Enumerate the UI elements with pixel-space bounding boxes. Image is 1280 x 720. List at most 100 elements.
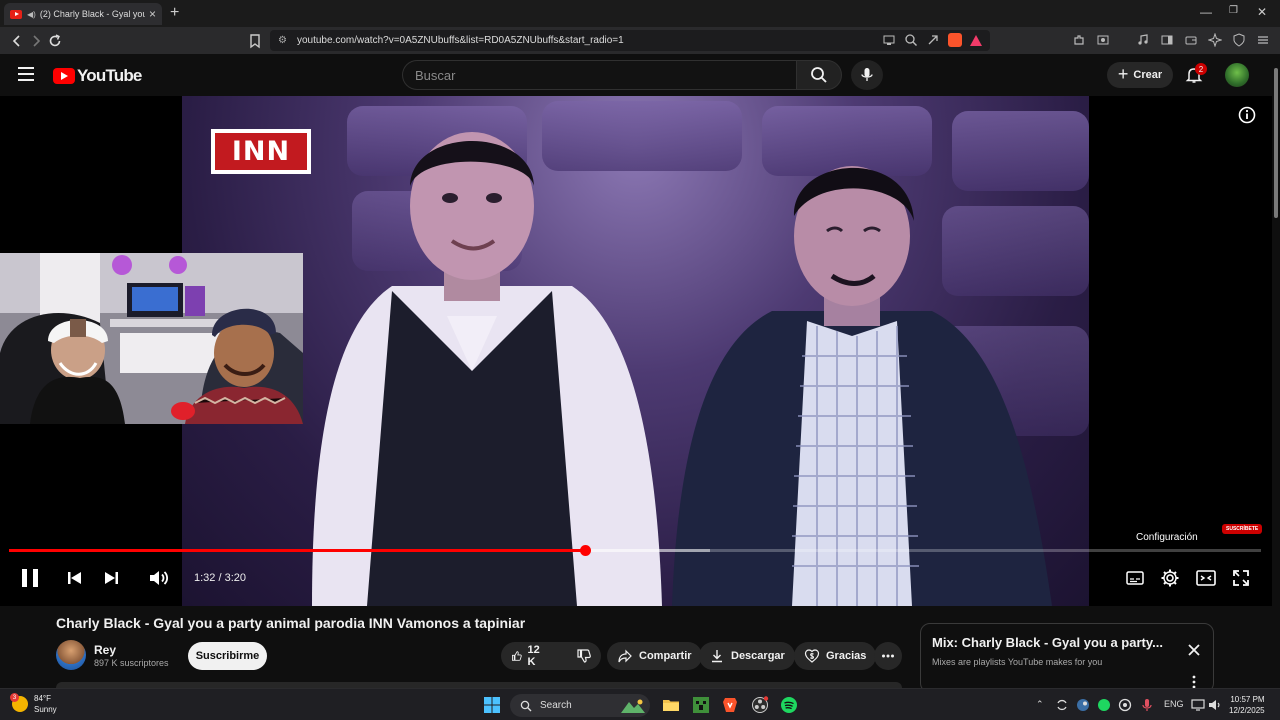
new-tab-icon[interactable]: + xyxy=(170,4,179,22)
search-icon xyxy=(811,67,827,83)
video-player[interactable]: INN Configuración SUSCRÍBETE 1:32 / 3:20 xyxy=(0,96,1272,606)
show-hidden-icons-chevron-icon[interactable]: ⌃ xyxy=(1036,699,1044,710)
like-button[interactable]: 12 K xyxy=(501,642,554,670)
fullscreen-icon[interactable] xyxy=(1232,569,1250,587)
system-clock[interactable]: 10:57 PM 12/2/2025 xyxy=(1229,694,1265,716)
speaker-volume-icon[interactable] xyxy=(1208,698,1222,712)
spotify-icon[interactable] xyxy=(780,696,798,714)
youtube-header: YouTube Buscar + Crear 2 xyxy=(0,54,1280,96)
media-controls-icon[interactable] xyxy=(1136,33,1150,47)
more-actions-button[interactable] xyxy=(874,642,902,670)
taskbar-search-box[interactable]: Search xyxy=(510,694,650,717)
chatgpt-tray-icon[interactable] xyxy=(1118,698,1132,712)
steam-tray-icon[interactable] xyxy=(1076,698,1090,712)
next-icon[interactable] xyxy=(102,570,120,586)
microphone-tray-icon[interactable] xyxy=(1140,698,1154,712)
sidebar-icon[interactable] xyxy=(1160,33,1174,47)
minimize-icon[interactable]: — xyxy=(1200,5,1212,19)
obs-studio-icon[interactable] xyxy=(751,696,769,714)
forward-icon[interactable] xyxy=(27,32,45,50)
mix-title[interactable]: Mix: Charly Black - Gyal you a party... xyxy=(932,635,1163,650)
sync-tray-icon[interactable] xyxy=(1055,698,1069,712)
progress-bar[interactable] xyxy=(9,545,1261,556)
pause-icon[interactable] xyxy=(19,567,41,589)
thanks-dollar-icon xyxy=(804,649,820,663)
file-explorer-icon[interactable] xyxy=(662,696,680,714)
channel-name[interactable]: Rey xyxy=(94,643,116,657)
address-bar[interactable]: ⚙ youtube.com/watch?v=0A5ZNUbuffs&list=R… xyxy=(270,30,990,51)
windows-start-icon[interactable] xyxy=(483,696,501,714)
notification-count-badge: 2 xyxy=(1195,63,1207,75)
thanks-label: Gracias xyxy=(826,650,867,662)
miniplayer-icon[interactable] xyxy=(1196,570,1216,586)
browser-tab-bar: ◀) (2) Charly Black - Gyal you a p × + —… xyxy=(0,0,1280,27)
page-scrollbar[interactable] xyxy=(1272,54,1280,688)
scrollbar-thumb[interactable] xyxy=(1274,68,1278,218)
language-indicator[interactable]: ENG xyxy=(1164,699,1184,709)
inn-channel-logo: INN xyxy=(211,129,311,174)
minecraft-icon[interactable] xyxy=(692,696,710,714)
weather-alert-badge: 3 xyxy=(10,693,19,702)
man-in-vest-figure xyxy=(312,132,662,606)
restore-icon[interactable]: ❐ xyxy=(1229,5,1238,16)
share-label: Compartir xyxy=(639,650,692,662)
close-icon[interactable] xyxy=(1187,643,1201,657)
thanks-button[interactable]: Gracias xyxy=(794,642,877,670)
taskbar-search-label: Search xyxy=(540,700,572,711)
settings-tooltip: Configuración xyxy=(1136,532,1198,543)
subtitles-icon[interactable] xyxy=(1126,570,1144,586)
share-arrow-icon xyxy=(618,649,632,663)
download-icon xyxy=(712,650,722,663)
audio-playing-icon[interactable]: ◀) xyxy=(27,10,36,19)
network-icon[interactable] xyxy=(1191,698,1205,712)
search-input[interactable]: Buscar xyxy=(402,60,796,90)
weather-widget[interactable]: 3 84°F Sunny xyxy=(10,693,57,715)
info-icon[interactable] xyxy=(1238,106,1256,124)
bookmark-icon[interactable] xyxy=(246,32,264,50)
mix-subtitle: Mixes are playlists YouTube makes for yo… xyxy=(932,657,1103,667)
leo-ai-icon[interactable] xyxy=(1208,33,1222,47)
subscribe-watermark-badge[interactable]: SUSCRÍBETE xyxy=(1222,524,1263,534)
settings-gear-icon[interactable] xyxy=(1160,568,1180,588)
brave-rewards-icon[interactable] xyxy=(970,35,982,46)
progress-scrubber-handle[interactable] xyxy=(579,545,591,556)
site-info-icon[interactable]: ⚙ xyxy=(278,35,287,46)
youtube-logo[interactable]: YouTube xyxy=(53,66,142,86)
close-window-icon[interactable]: ✕ xyxy=(1257,5,1267,19)
vpn-shield-icon[interactable] xyxy=(1232,33,1246,47)
account-avatar[interactable] xyxy=(1225,63,1249,87)
share-button[interactable]: Compartir xyxy=(607,642,702,670)
thumbs-down-icon xyxy=(577,649,592,663)
brave-browser-icon[interactable] xyxy=(721,696,739,714)
zoom-icon[interactable] xyxy=(904,33,918,47)
subscriber-count: 897 K suscriptores xyxy=(94,658,169,668)
volume-icon[interactable] xyxy=(148,569,170,587)
share-page-icon[interactable] xyxy=(926,33,940,47)
channel-avatar[interactable] xyxy=(56,640,86,670)
extensions-icon[interactable] xyxy=(1072,33,1086,47)
search-button[interactable] xyxy=(796,60,842,90)
browser-menu-icon[interactable] xyxy=(1256,33,1270,47)
reload-icon[interactable] xyxy=(46,32,64,50)
download-button[interactable]: Descargar xyxy=(699,642,795,670)
subscribe-button[interactable]: Suscribirme xyxy=(188,642,267,670)
voice-search-button[interactable] xyxy=(851,60,883,90)
youtube-play-logo-icon xyxy=(53,68,75,84)
thumbs-up-icon xyxy=(512,651,522,661)
screenshot-icon[interactable] xyxy=(1096,33,1110,47)
menu-icon[interactable] xyxy=(18,67,34,85)
brave-shields-icon[interactable] xyxy=(948,33,962,47)
video-title: Charly Black - Gyal you a party animal p… xyxy=(56,615,526,631)
youtube-wordmark: YouTube xyxy=(77,66,142,85)
create-button[interactable]: + Crear xyxy=(1107,62,1173,88)
back-icon[interactable] xyxy=(8,32,26,50)
spotify-tray-icon[interactable] xyxy=(1097,698,1111,712)
browser-tab[interactable]: ◀) (2) Charly Black - Gyal you a p × xyxy=(4,3,162,25)
video-frame: INN xyxy=(182,96,1089,606)
cast-icon[interactable] xyxy=(882,33,896,47)
dislike-button[interactable] xyxy=(566,642,602,670)
reaction-webcam-scene xyxy=(0,253,303,424)
close-tab-icon[interactable]: × xyxy=(149,7,156,21)
wallet-icon[interactable] xyxy=(1184,33,1198,47)
previous-icon[interactable] xyxy=(66,570,84,586)
